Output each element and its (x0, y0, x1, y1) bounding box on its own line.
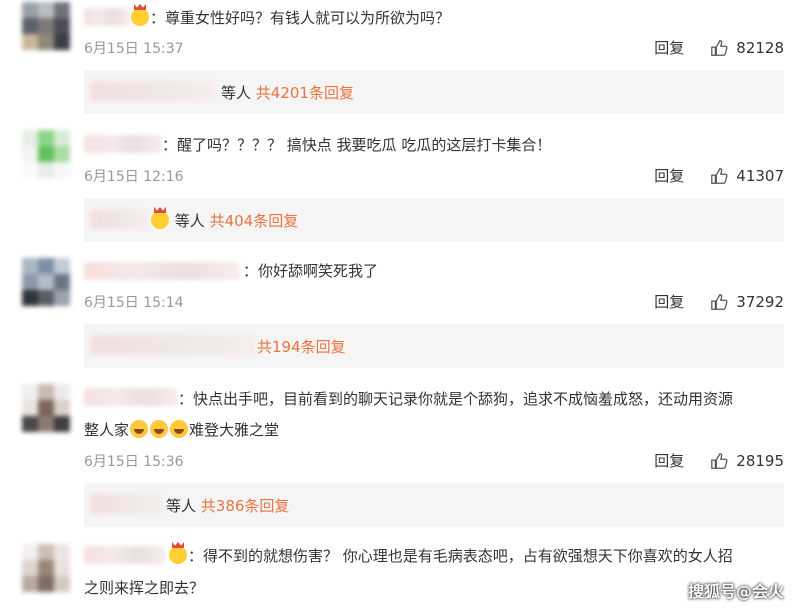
like-count: 28195 (736, 451, 784, 470)
watermark: 搜狐号@会火 (687, 582, 784, 601)
avatar[interactable] (22, 544, 70, 592)
like-count: 82128 (736, 38, 784, 57)
comment-text: ：尊重女性好吗？有钱人就可以为所欲为吗？ (130, 3, 782, 33)
reply-button[interactable]: 回复 (654, 165, 684, 186)
vip-crown-icon (151, 211, 169, 229)
replies-summary[interactable]: 共194条回复 (84, 324, 784, 368)
username[interactable] (84, 388, 178, 406)
vip-crown-icon (169, 546, 187, 564)
like-count: 41307 (736, 166, 784, 185)
like-count: 37292 (736, 292, 784, 311)
avatar[interactable] (22, 258, 70, 306)
view-replies-link[interactable]: 共404条回复 (210, 212, 299, 230)
replies-summary[interactable]: 等人 共404条回复 (84, 198, 784, 242)
laughing-emoji-icon (130, 420, 149, 438)
view-replies-link[interactable]: 共194条回复 (257, 338, 346, 356)
username[interactable] (84, 8, 130, 26)
username[interactable] (84, 262, 240, 280)
comment-text-line2: 之则来挥之即去？ (84, 579, 205, 597)
comment-time: 6月15日 15:36 (84, 454, 184, 470)
comment-text: ：快点出手吧，目前看到的聊天记录你就是个舔狗，追求不成恼羞成怒，还动用资源 (178, 390, 734, 408)
avatar[interactable] (22, 2, 70, 50)
comment-time: 6月15日 15:14 (84, 295, 184, 311)
view-replies-link[interactable]: 共386条回复 (201, 497, 290, 515)
vip-crown-icon (131, 8, 149, 26)
laughing-emoji-icon (170, 420, 189, 438)
comment-text: ：得不到的就想伤害？ 你心理也是有毛病表态吧，占有欲强想天下你喜欢的女人招 (168, 541, 782, 571)
avatar[interactable] (22, 384, 70, 432)
reply-button[interactable]: 回复 (654, 291, 684, 312)
comment-text: ：醒了吗？？？？ 搞快点 我要吃瓜 吃瓜的这层打卡集合！ (162, 136, 552, 154)
replies-summary[interactable]: 等人 共386条回复 (84, 483, 784, 527)
username[interactable] (84, 546, 166, 564)
reply-button[interactable]: 回复 (654, 37, 684, 58)
thumbs-up-icon[interactable] (710, 452, 728, 470)
reply-button[interactable]: 回复 (654, 450, 684, 471)
comment-time: 6月15日 12:16 (84, 169, 184, 185)
thumbs-up-icon[interactable] (710, 39, 728, 57)
replies-summary[interactable]: 等人 共4201条回复 (84, 70, 784, 114)
laughing-emoji-icon (150, 420, 169, 438)
thumbs-up-icon[interactable] (710, 293, 728, 311)
username[interactable] (84, 135, 162, 153)
comment-time: 6月15日 15:37 (84, 41, 184, 57)
view-replies-link[interactable]: 共4201条回复 (256, 84, 354, 102)
avatar[interactable] (22, 130, 70, 178)
thumbs-up-icon[interactable] (710, 167, 728, 185)
comment-text-line2: 整人家 难登大雅之堂 (84, 420, 280, 439)
comment-text: ：你好舔啊笑死我了 (243, 262, 379, 280)
